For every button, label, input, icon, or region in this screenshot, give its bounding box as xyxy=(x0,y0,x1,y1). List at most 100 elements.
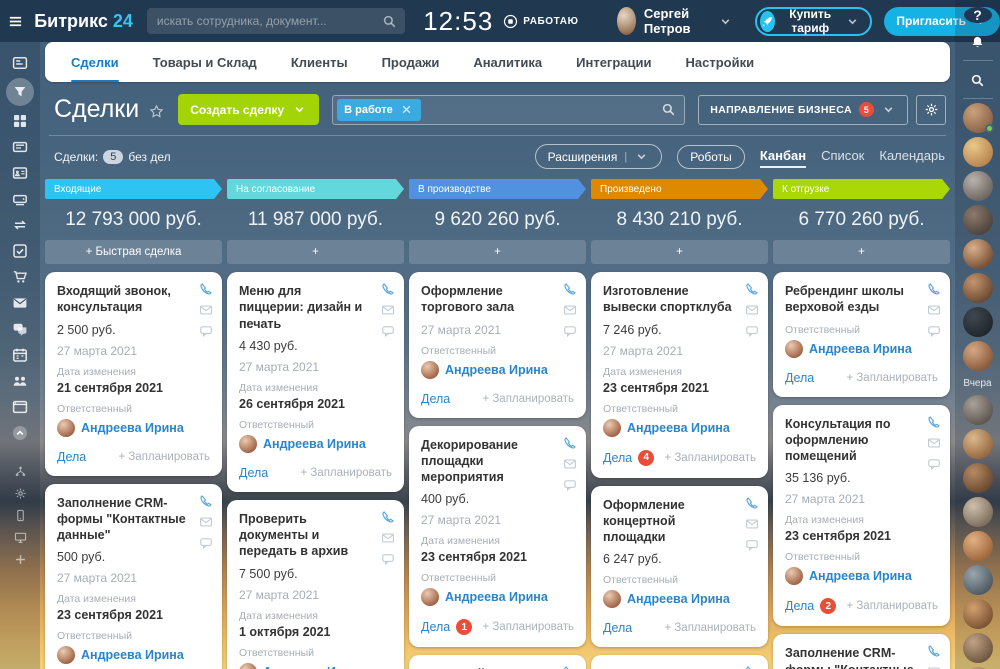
groups-icon[interactable] xyxy=(6,368,34,394)
plan-activity-link[interactable]: + Запланировать xyxy=(482,621,574,633)
chat-icon[interactable] xyxy=(199,536,213,550)
employee-avatar[interactable] xyxy=(963,273,993,303)
deal-title[interactable]: Меню для пиццерии: дизайн и печать xyxy=(239,283,392,332)
responsible-link[interactable]: Андреева Ирина xyxy=(81,648,184,662)
deal-title[interactable]: Заполнение CRM-формы "Контактные данные" xyxy=(785,645,938,669)
phone-icon[interactable] xyxy=(927,644,941,658)
deal-title[interactable]: Декорирование площадки мероприятия xyxy=(421,437,574,486)
drive-icon[interactable] xyxy=(6,186,34,212)
desktop-app-icon[interactable] xyxy=(6,526,34,548)
plan-activity-link[interactable]: + Запланировать xyxy=(846,372,938,384)
favorite-star-icon[interactable] xyxy=(149,104,164,119)
board-settings-button[interactable] xyxy=(916,95,946,125)
mail-icon[interactable] xyxy=(563,457,577,471)
employee-avatar[interactable] xyxy=(963,497,993,527)
employee-avatar[interactable] xyxy=(963,205,993,235)
live-feed-icon[interactable] xyxy=(6,50,34,76)
mail-icon[interactable] xyxy=(199,515,213,529)
business-direction-button[interactable]: НАПРАВЛЕНИЕ БИЗНЕСА 5 xyxy=(698,95,908,125)
mail-icon[interactable] xyxy=(927,436,941,450)
view-calendar[interactable]: Календарь xyxy=(879,148,945,166)
employee-avatar[interactable] xyxy=(963,395,993,425)
global-search-field[interactable] xyxy=(157,14,377,28)
phone-icon[interactable] xyxy=(199,282,213,296)
mail-icon[interactable] xyxy=(745,517,759,531)
tasks-check-icon[interactable] xyxy=(6,238,34,264)
chat-icon[interactable] xyxy=(381,552,395,566)
tab-settings[interactable]: Настройки xyxy=(686,42,755,82)
mobile-app-icon[interactable] xyxy=(6,504,34,526)
deal-card[interactable]: Меню для пиццерии: дизайн и печать4 430 … xyxy=(227,272,404,492)
employee-avatar[interactable] xyxy=(963,341,993,371)
add-deal-button[interactable]: + xyxy=(409,240,586,264)
phone-icon[interactable] xyxy=(199,494,213,508)
deal-title[interactable]: Оформление концертной площадки xyxy=(603,497,756,546)
phone-icon[interactable] xyxy=(381,510,395,524)
deal-title[interactable]: Входящий звонок, консультация xyxy=(57,283,210,316)
bitrix24-logo[interactable]: Битрикс 24 xyxy=(34,11,133,32)
column-stage-header[interactable]: Произведено xyxy=(591,179,768,199)
column-stage-header[interactable]: На согласование xyxy=(227,179,404,199)
deal-card[interactable]: Оформление торгового зала27 марта 2021От… xyxy=(409,272,586,418)
responsible-link[interactable]: Андреева Ирина xyxy=(627,421,730,435)
responsible-link[interactable]: Андреева Ирина xyxy=(445,363,548,377)
add-deal-button[interactable]: + xyxy=(773,240,950,264)
deal-card[interactable]: Изготовление вывески спортклуба7 246 руб… xyxy=(591,272,768,478)
phone-icon[interactable] xyxy=(563,665,577,669)
crm-funnel-icon[interactable] xyxy=(6,78,34,106)
extensions-button[interactable]: Расширения| xyxy=(535,144,663,169)
chat-icon[interactable] xyxy=(745,538,759,552)
phone-icon[interactable] xyxy=(381,282,395,296)
tab-products[interactable]: Товары и Склад xyxy=(153,42,257,82)
close-icon[interactable] xyxy=(399,102,414,117)
tasks-panel-icon[interactable] xyxy=(6,134,34,160)
notifications-bell-icon[interactable] xyxy=(970,35,985,50)
chat-icon[interactable] xyxy=(563,324,577,338)
plan-activity-link[interactable]: + Запланировать xyxy=(300,467,392,479)
tab-integrations[interactable]: Интеграции xyxy=(576,42,651,82)
phone-icon[interactable] xyxy=(563,436,577,450)
mail-icon[interactable] xyxy=(927,665,941,669)
employee-search-icon[interactable] xyxy=(970,73,985,88)
view-list[interactable]: Список xyxy=(821,148,864,166)
employee-avatar[interactable] xyxy=(963,565,993,595)
plan-activity-link[interactable]: + Запланировать xyxy=(664,452,756,464)
clock[interactable]: 12:53 xyxy=(423,6,493,37)
column-stage-header[interactable]: В производстве xyxy=(409,179,586,199)
deal-title[interactable]: Консультация по оформлению помещений xyxy=(785,416,938,465)
mail-icon[interactable] xyxy=(6,290,34,316)
deal-title[interactable]: Оформление торгового зала xyxy=(421,283,574,316)
quick-deal-button[interactable]: + Быстрая сделка xyxy=(45,240,222,264)
chat-icon[interactable] xyxy=(563,478,577,492)
employee-avatar[interactable] xyxy=(963,463,993,493)
market-apps-icon[interactable] xyxy=(6,108,34,134)
phone-icon[interactable] xyxy=(927,415,941,429)
deals-link[interactable]: Дела2 xyxy=(785,598,836,614)
deals-link[interactable]: Дела xyxy=(603,621,632,635)
contacts-card-icon[interactable] xyxy=(6,160,34,186)
global-search-input[interactable] xyxy=(147,8,405,34)
user-menu[interactable]: Сергей Петров xyxy=(617,6,734,36)
workflows-icon[interactable] xyxy=(6,212,34,238)
responsible-link[interactable]: Андреева Ирина xyxy=(627,592,730,606)
deal-title[interactable]: Изготовление вывески спортклуба xyxy=(603,283,756,316)
work-status-toggle[interactable]: РАБОТАЮ xyxy=(503,14,578,29)
employee-avatar[interactable] xyxy=(963,633,993,663)
deal-card[interactable]: Входящий звонок, консультация2 500 руб.2… xyxy=(409,655,586,669)
phone-icon[interactable] xyxy=(745,496,759,510)
deals-link[interactable]: Дела4 xyxy=(603,450,654,466)
calendar-icon[interactable] xyxy=(6,342,34,368)
deal-card[interactable]: Новогоднее оформление витрины в ТРЦ4 723… xyxy=(591,655,768,669)
filter-chip-in-progress[interactable]: В работе xyxy=(337,99,421,121)
chat-icon[interactable] xyxy=(199,324,213,338)
deal-card[interactable]: Оформление концертной площадки6 247 руб.… xyxy=(591,486,768,648)
phone-icon[interactable] xyxy=(563,282,577,296)
deal-card[interactable]: Проверить документы и передать в архив7 … xyxy=(227,500,404,669)
deal-card[interactable]: Входящий звонок, консультация2 500 руб.2… xyxy=(45,272,222,476)
filter-search-bar[interactable]: В работе xyxy=(332,95,685,125)
tab-sales[interactable]: Продажи xyxy=(382,42,440,82)
phone-icon[interactable] xyxy=(745,665,759,669)
mail-icon[interactable] xyxy=(745,303,759,317)
responsible-link[interactable]: Андреева Ирина xyxy=(445,590,548,604)
employee-avatar[interactable] xyxy=(963,137,993,167)
